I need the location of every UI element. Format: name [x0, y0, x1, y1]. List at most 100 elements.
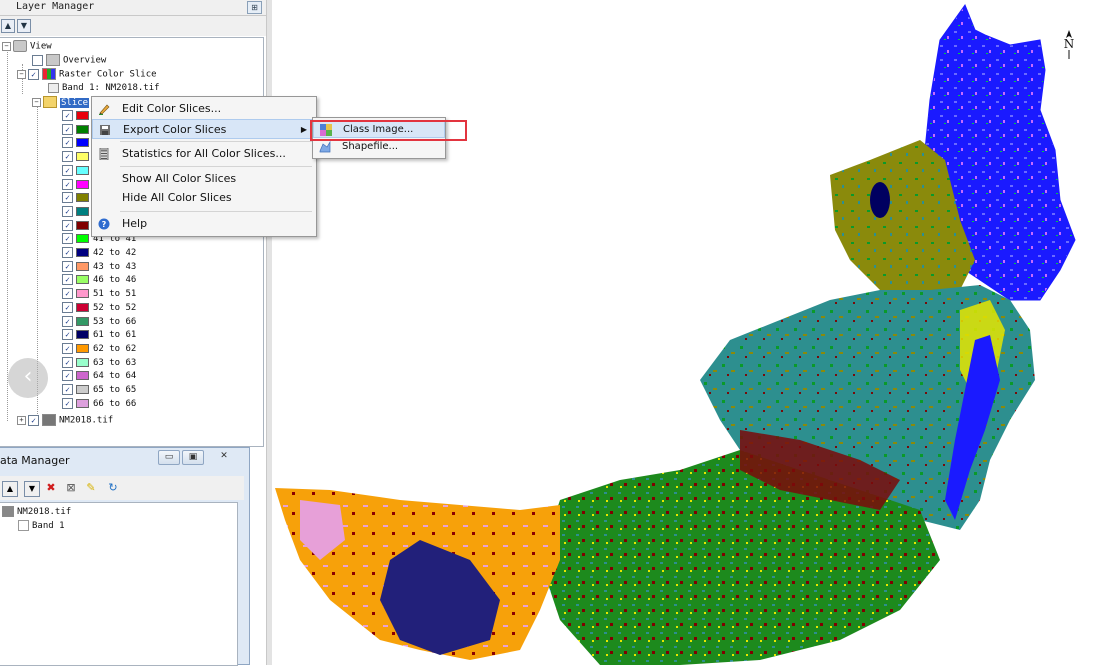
- data-manager-tree[interactable]: NM2018.tif Band 1: [0, 502, 238, 666]
- slice-item[interactable]: ✓: [62, 151, 93, 164]
- slice-checkbox[interactable]: ✓: [62, 288, 73, 300]
- slice-label: 62 to 62: [93, 343, 137, 354]
- slice-item[interactable]: ✓ 62 to 62: [62, 342, 137, 356]
- slice-checkbox[interactable]: ✓: [62, 301, 73, 313]
- slice-checkbox[interactable]: ✓: [62, 370, 73, 382]
- pencil-icon: [99, 104, 110, 115]
- slice-item[interactable]: ✓ 53 to 66: [62, 315, 137, 329]
- slice-color-swatch: [76, 302, 89, 312]
- raster-checkbox[interactable]: ✓: [28, 68, 39, 80]
- slice-item[interactable]: ✓: [62, 110, 93, 123]
- north-arrow-icon: N: [1064, 30, 1075, 59]
- data-manager-window: ata Manager ▭ ▣ ✕ ▲ ▼ ✖ ⊠ ✎ ↻ NM2018.tif…: [0, 447, 250, 666]
- slice-checkbox[interactable]: ✓: [62, 110, 73, 121]
- tree-item-slices[interactable]: − Slice: [32, 96, 90, 109]
- tree-item-nm2018[interactable]: + ✓ NM2018.tif: [17, 414, 113, 427]
- move-down-icon[interactable]: ▼: [17, 19, 31, 33]
- nm2018-checkbox[interactable]: ✓: [28, 414, 39, 426]
- collapse-icon[interactable]: −: [2, 41, 11, 51]
- calculator-icon: [99, 148, 109, 160]
- move-up-icon[interactable]: ▲: [1, 19, 15, 33]
- slice-checkbox[interactable]: ✓: [62, 329, 73, 341]
- slice-color-swatch: [76, 220, 89, 230]
- slice-color-swatch: [76, 343, 89, 353]
- collapse-icon[interactable]: −: [17, 69, 26, 79]
- tree-item-raster-color-slice[interactable]: − ✓ Raster Color Slice: [17, 68, 157, 81]
- dm-file-item[interactable]: NM2018.tif: [2, 506, 71, 519]
- slice-checkbox[interactable]: ✓: [62, 342, 73, 354]
- tree-item-view[interactable]: − View: [2, 40, 52, 53]
- slice-checkbox[interactable]: ✓: [62, 397, 73, 409]
- move-down-icon[interactable]: ▼: [24, 481, 40, 497]
- minimize-icon[interactable]: ▭: [158, 450, 180, 465]
- slice-label: 63 to 63: [93, 357, 137, 368]
- slice-item[interactable]: ✓: [62, 178, 93, 192]
- slice-checkbox[interactable]: ✓: [62, 192, 73, 204]
- slice-item[interactable]: ✓ 64 to 64: [62, 370, 136, 383]
- slice-item[interactable]: ✓: [62, 137, 93, 150]
- svg-text:N: N: [1064, 37, 1075, 51]
- slice-color-swatch: [76, 330, 89, 340]
- slice-checkbox[interactable]: ✓: [62, 164, 73, 176]
- slice-checkbox[interactable]: ✓: [62, 274, 73, 286]
- slice-checkbox[interactable]: ✓: [62, 205, 73, 217]
- slice-checkbox[interactable]: ✓: [62, 315, 73, 327]
- slice-item[interactable]: ✓: [62, 164, 93, 178]
- slice-checkbox[interactable]: ✓: [62, 123, 73, 135]
- move-up-icon[interactable]: ▲: [2, 481, 18, 497]
- slice-item[interactable]: ✓: [62, 205, 93, 219]
- close-file-icon[interactable]: ⊠: [64, 481, 78, 495]
- help-icon: ?: [98, 218, 110, 230]
- refresh-icon[interactable]: ↻: [106, 481, 120, 495]
- tree-item-band[interactable]: Band 1: NM2018.tif: [48, 82, 160, 95]
- slice-checkbox[interactable]: ✓: [62, 384, 73, 395]
- raster-map[interactable]: [272, 0, 1094, 665]
- slice-item[interactable]: ✓ 46 to 46: [62, 274, 136, 287]
- slice-item[interactable]: ✓ 51 to 51: [62, 288, 136, 301]
- slice-checkbox[interactable]: ✓: [62, 151, 73, 163]
- slice-color-swatch: [76, 124, 89, 134]
- slice-item[interactable]: ✓ 42 to 42: [62, 247, 136, 260]
- slice-color-swatch: [76, 179, 89, 189]
- slice-checkbox[interactable]: ✓: [62, 137, 73, 149]
- layer-toolbar: ▲ ▼: [0, 16, 266, 36]
- slice-item[interactable]: ✓ 66 to 66: [62, 397, 136, 411]
- slice-label: 65 to 65: [93, 385, 137, 395]
- slice-item[interactable]: ✓ 61 to 61: [62, 329, 136, 342]
- raster-icon: [42, 414, 56, 426]
- slice-item[interactable]: ✓ 65 to 65: [62, 384, 136, 397]
- slice-checkbox[interactable]: ✓: [62, 356, 73, 368]
- delete-icon[interactable]: ✖: [44, 481, 58, 495]
- slice-item[interactable]: ✓: [62, 123, 93, 137]
- band-radio[interactable]: [18, 520, 29, 531]
- slice-item[interactable]: ✓ 43 to 43: [62, 260, 136, 274]
- tree-item-overview[interactable]: Overview: [32, 54, 106, 67]
- slice-checkbox[interactable]: ✓: [62, 260, 73, 272]
- raster-icon: [2, 506, 14, 517]
- slice-color-swatch: [76, 165, 89, 175]
- collapse-icon[interactable]: −: [32, 97, 41, 107]
- close-icon[interactable]: ✕: [214, 450, 234, 463]
- expand-icon[interactable]: +: [17, 415, 26, 425]
- pin-icon[interactable]: ⊞: [247, 1, 262, 14]
- slice-color-swatch: [76, 289, 89, 299]
- slice-checkbox[interactable]: ✓: [62, 219, 73, 231]
- slice-checkbox[interactable]: ✓: [62, 233, 73, 245]
- color-slice-icon: [42, 68, 56, 80]
- slice-item[interactable]: ✓ 52 to 52: [62, 301, 136, 315]
- slice-checkbox[interactable]: ✓: [62, 247, 73, 258]
- dm-band-item[interactable]: Band 1: [18, 520, 65, 533]
- map-lake: [870, 182, 890, 218]
- slice-color-swatch: [76, 193, 89, 203]
- slice-item[interactable]: ✓ 63 to 63: [62, 356, 137, 370]
- slice-label: 53 to 66: [93, 316, 137, 327]
- slice-item[interactable]: ✓: [62, 219, 93, 233]
- slice-checkbox[interactable]: ✓: [62, 178, 73, 190]
- overview-checkbox[interactable]: [32, 54, 43, 66]
- back-arrow-icon[interactable]: ‹: [8, 358, 48, 398]
- maximize-icon[interactable]: ▣: [182, 450, 204, 465]
- slice-color-swatch: [76, 152, 89, 162]
- pin-icon[interactable]: ✎: [84, 481, 98, 495]
- data-manager-title: ata Manager: [0, 454, 70, 467]
- slice-item[interactable]: ✓: [62, 192, 93, 205]
